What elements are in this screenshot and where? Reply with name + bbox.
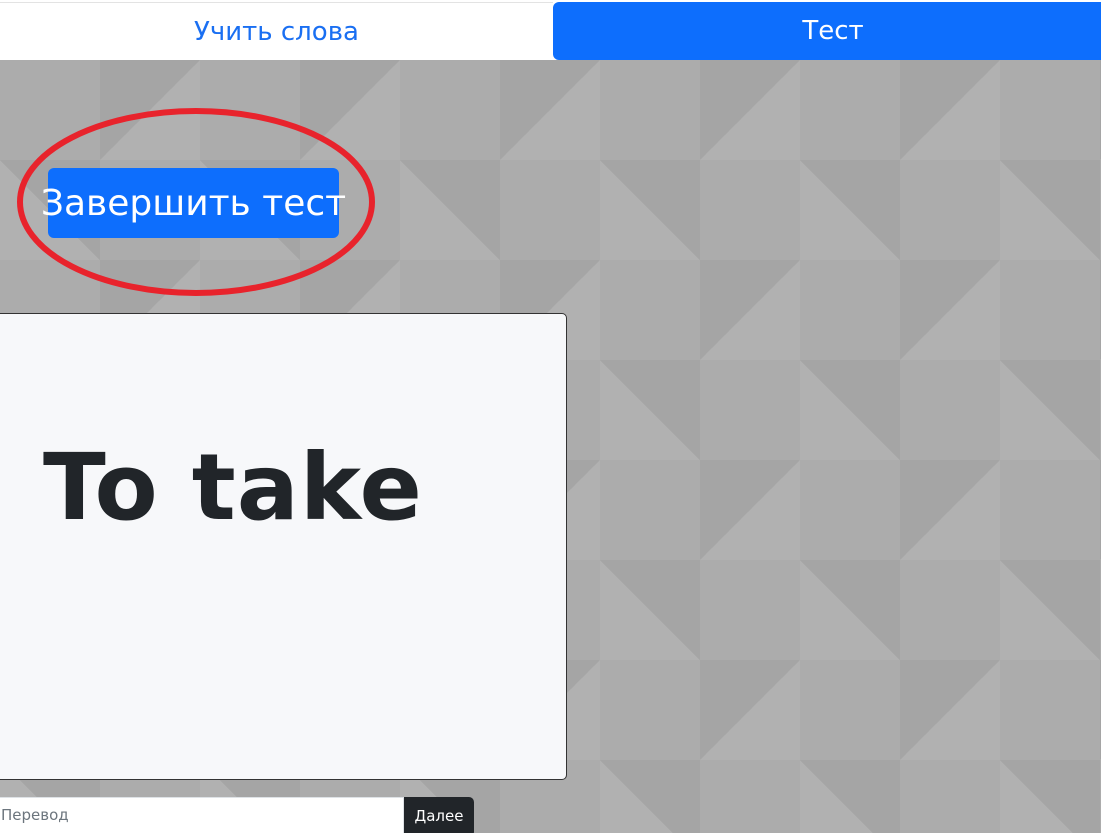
word-card: To take <box>0 313 567 780</box>
top-nav: Учить слова Тест <box>0 0 1101 60</box>
tab-test[interactable]: Тест <box>553 2 1101 60</box>
translation-input[interactable] <box>0 797 404 833</box>
next-button[interactable]: Далее <box>404 797 474 833</box>
finish-test-button[interactable]: Завершить тест <box>41 168 346 238</box>
test-word: To take <box>43 434 423 541</box>
tab-learn-words[interactable]: Учить слова <box>0 2 553 60</box>
